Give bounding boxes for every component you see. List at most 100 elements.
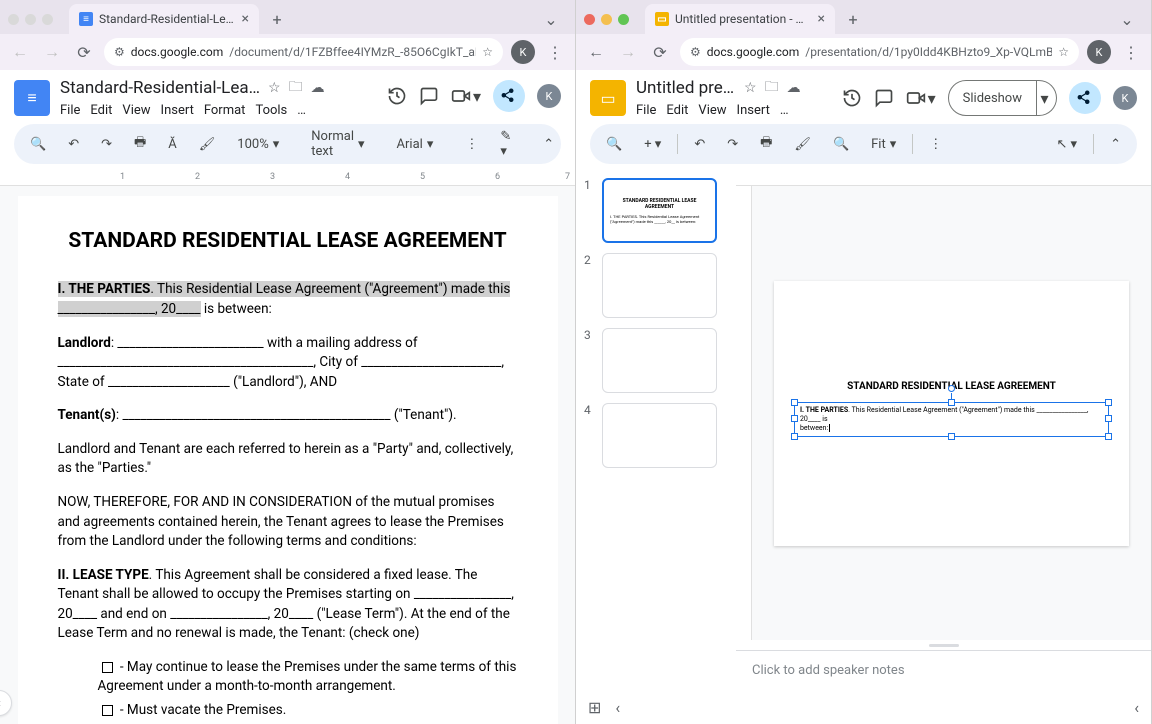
print-icon[interactable]: 🖶 [128,129,152,159]
resize-handle[interactable] [791,415,798,422]
search-icon[interactable]: 🔍 [24,133,52,156]
fit-select[interactable]: Fit ▾ [865,133,902,156]
star-icon[interactable]: ☆ [744,80,757,96]
forward-button[interactable]: → [40,40,64,64]
undo-icon[interactable]: ↶ [62,133,85,156]
tabs-dropdown[interactable]: ⌄ [1115,7,1139,31]
back-button[interactable]: ← [584,40,608,64]
more-tools-icon[interactable]: ⋮ [923,133,948,156]
editing-mode[interactable]: ✎ ▾ [494,125,517,163]
notes-resize-handle[interactable] [736,640,1151,650]
share-button[interactable] [493,80,525,112]
move-icon[interactable]: 🗀 [289,76,303,100]
new-tab-button[interactable]: + [265,7,289,31]
menu-insert[interactable]: Insert [737,103,770,118]
comments-icon[interactable] [874,88,894,108]
tab-close-icon[interactable]: × [242,11,249,27]
explore-toggle-icon[interactable]: ‹ [1134,698,1139,717]
comments-icon[interactable] [419,86,439,106]
cloud-status-icon[interactable]: ☁ [311,80,325,96]
selected-textbox[interactable]: I. THE PARTIES. This Residential Lease A… [794,402,1109,437]
slideshow-button[interactable]: Slideshow [948,80,1037,116]
redo-icon[interactable]: ↷ [721,133,744,156]
style-select[interactable]: Normal text ▾ [305,125,370,163]
account-avatar[interactable]: K [537,84,561,108]
speaker-notes[interactable]: Click to add speaker notes [736,650,1151,690]
resize-handle[interactable] [948,433,955,440]
slide[interactable]: STANDARD RESIDENTIAL LEASE AGREEMENT I [774,281,1129,546]
ruler[interactable]: 1234567 [0,170,575,186]
document-title[interactable]: Standard-Residential-Lease-A... [60,78,260,98]
resize-handle[interactable] [1105,415,1112,422]
search-icon[interactable]: 🔍 [600,133,628,156]
resize-handle[interactable] [1105,433,1112,440]
browser-tab[interactable]: ≡ Standard-Residential-Lease- × [69,4,259,34]
redo-icon[interactable]: ↷ [95,133,118,156]
more-tools-icon[interactable]: ⋮ [459,133,484,156]
account-avatar[interactable]: K [1113,86,1137,110]
site-settings-icon[interactable]: ⚙ [114,45,125,59]
menu-view[interactable]: View [698,103,726,118]
collapse-toolbar-icon[interactable]: ⌃ [1104,133,1127,156]
menu-more[interactable]: … [297,103,306,118]
url-input[interactable]: ⚙ docs.google.com/document/d/1FZBffee4IY… [104,38,503,66]
slide-thumbnail-4[interactable] [602,403,717,468]
document-page[interactable]: STANDARD RESIDENTIAL LEASE AGREEMENT I. … [18,196,558,724]
resize-handle[interactable] [1105,399,1112,406]
forward-button[interactable]: → [616,40,640,64]
browser-tab[interactable]: ▭ Untitled presentation - Googl × [645,4,835,34]
back-button[interactable]: ← [8,40,32,64]
rotate-handle[interactable] [948,385,955,392]
site-settings-icon[interactable]: ⚙ [690,45,701,59]
new-slide-icon[interactable]: + ▾ [638,133,667,156]
spellcheck-icon[interactable]: Ă [162,133,182,156]
menu-edit[interactable]: Edit [90,103,112,118]
meet-icon[interactable]: ▾ [451,86,481,106]
slide-canvas[interactable]: STANDARD RESIDENTIAL LEASE AGREEMENT I [752,186,1151,640]
move-icon[interactable]: 🗀 [765,76,779,100]
new-tab-button[interactable]: + [841,7,865,31]
print-icon[interactable]: 🖶 [754,129,778,159]
resize-handle[interactable] [948,399,955,406]
zoom-select[interactable]: 100% ▾ [231,133,285,156]
bookmark-icon[interactable]: ☆ [482,45,493,59]
presentation-title[interactable]: Untitled pres... [636,78,736,98]
history-icon[interactable] [842,88,862,108]
browser-menu-icon[interactable]: ⋮ [543,40,567,64]
star-icon[interactable]: ☆ [268,80,281,96]
undo-icon[interactable]: ↶ [688,133,711,156]
meet-icon[interactable]: ▾ [906,88,936,108]
bookmark-icon[interactable]: ☆ [1058,45,1069,59]
reload-button[interactable]: ⟳ [72,40,96,64]
menu-format[interactable]: Format [204,103,246,118]
history-icon[interactable] [387,86,407,106]
menu-more[interactable]: … [780,103,789,118]
menu-file[interactable]: File [636,103,656,118]
menu-edit[interactable]: Edit [666,103,688,118]
menu-view[interactable]: View [122,103,150,118]
slides-logo[interactable]: ▭ [590,80,626,116]
url-input[interactable]: ⚙ docs.google.com/presentation/d/1py0Idd… [680,38,1079,66]
format-paint-icon[interactable]: 🖌 [788,133,817,156]
slide-thumbnail-3[interactable] [602,328,717,393]
menu-tools[interactable]: Tools [255,103,287,118]
explore-fab[interactable]: ‹ [0,690,12,716]
resize-handle[interactable] [791,399,798,406]
window-controls[interactable] [8,14,53,25]
grid-view-icon[interactable]: ⊞ [588,698,601,717]
browser-menu-icon[interactable]: ⋮ [1119,40,1143,64]
zoom-icon[interactable]: 🔍 [827,133,855,156]
window-controls[interactable] [584,14,629,25]
filmstrip-toggle-icon[interactable]: ‹ [615,698,620,717]
pointer-tool-icon[interactable]: ↖ ▾ [1050,133,1083,156]
tabs-dropdown[interactable]: ⌄ [539,7,563,31]
menu-file[interactable]: File [60,103,80,118]
docs-logo[interactable]: ≡ [14,80,50,116]
slideshow-dropdown[interactable]: ▾ [1033,80,1057,116]
ruler-vertical[interactable] [736,186,752,640]
profile-avatar[interactable]: K [1087,40,1111,64]
resize-handle[interactable] [791,433,798,440]
collapse-toolbar-icon[interactable]: ⌃ [537,133,560,156]
format-paint-icon[interactable]: 🖌 [193,133,222,156]
slide-thumbnail-2[interactable] [602,253,717,318]
